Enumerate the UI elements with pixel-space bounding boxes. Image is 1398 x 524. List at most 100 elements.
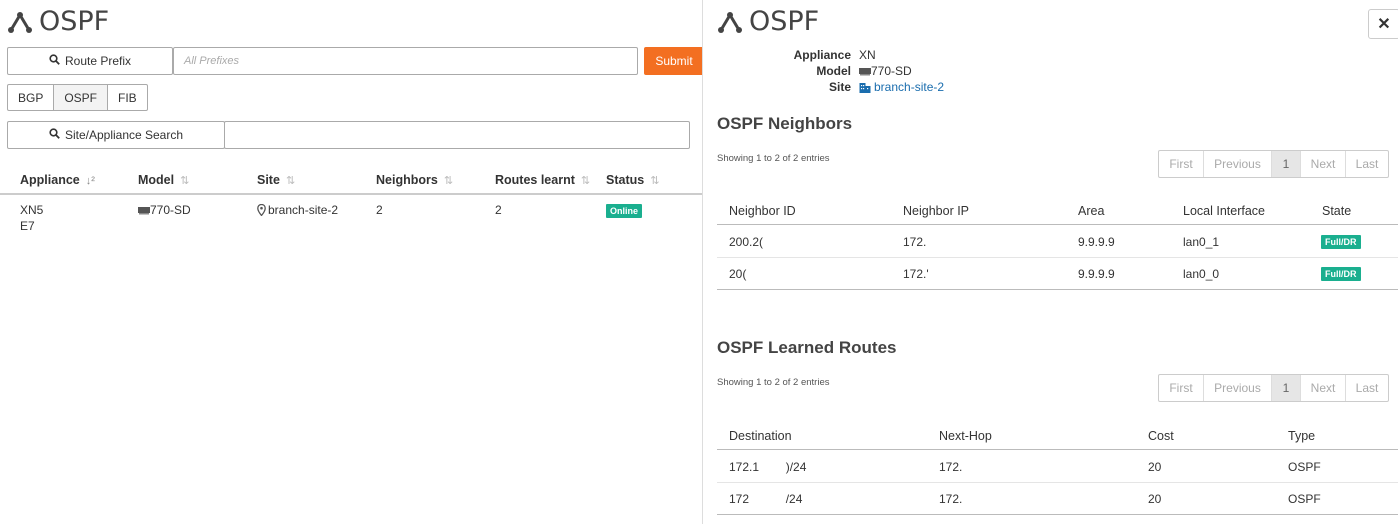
route-prefix-label: Route Prefix xyxy=(64,54,132,68)
tab-ospf[interactable]: OSPF xyxy=(54,85,109,110)
pager-previous[interactable]: Previous xyxy=(1204,375,1272,401)
submit-button[interactable]: Submit xyxy=(644,47,704,75)
appliance-icon xyxy=(138,206,150,214)
pager-page-1[interactable]: 1 xyxy=(1272,151,1301,177)
pager-last[interactable]: Last xyxy=(1346,375,1388,401)
col-neighbors[interactable]: Neighbors ⇅ xyxy=(376,173,453,187)
table-row[interactable]: XN5 E7 770-SD branch-site-2 2 2 Online xyxy=(0,203,702,243)
routes-showing: Showing 1 to 2 of 2 entries xyxy=(717,377,830,388)
col-area[interactable]: Area xyxy=(1078,204,1104,218)
sort-icon: ⇅ xyxy=(650,175,660,187)
page-title-text: OSPF xyxy=(39,6,110,37)
sort-icon: ⇅ xyxy=(580,175,591,187)
routes-pagination: First Previous 1 Next Last xyxy=(1158,374,1389,402)
ospf-main-panel: OSPF Route Prefix All Prefixes Submit BG… xyxy=(0,0,704,524)
routes-heading: OSPF Learned Routes xyxy=(717,338,897,357)
close-icon: ✕ xyxy=(1377,16,1391,33)
col-cost[interactable]: Cost xyxy=(1148,429,1174,443)
neighbor-area: 9.9.9.9 xyxy=(1078,267,1115,281)
site-search-label: Site/Appliance Search xyxy=(64,128,184,142)
col-model[interactable]: Model ⇅ xyxy=(138,173,189,187)
tab-bgp[interactable]: BGP xyxy=(8,85,55,110)
neighbors-table-header: Neighbor ID Neighbor IP Area Local Inter… xyxy=(717,195,1398,225)
route-prefix-button[interactable]: Route Prefix xyxy=(7,47,173,75)
site-cell[interactable]: branch-site-2 xyxy=(257,203,338,217)
neighbor-ip: 172.' xyxy=(903,267,929,281)
pager-first[interactable]: First xyxy=(1159,151,1204,177)
appliance-label: Appliance xyxy=(793,48,851,62)
model-value: 770-SD xyxy=(859,64,912,78)
neighbor-id: 20( xyxy=(729,267,747,281)
sort-icon: ⇅ xyxy=(180,175,190,187)
route-cost: 20 xyxy=(1148,492,1162,506)
appliance-table-header: Appliance ↓² Model ⇅ Site ⇅ Neighbors ⇅ Rout… xyxy=(0,165,702,195)
pager-last[interactable]: Last xyxy=(1346,151,1388,177)
pager-first[interactable]: First xyxy=(1159,375,1204,401)
submit-label: Submit xyxy=(655,54,693,68)
detail-title: OSPF xyxy=(717,6,819,37)
pager-page-1[interactable]: 1 xyxy=(1272,375,1301,401)
search-icon xyxy=(49,54,60,68)
pager-next[interactable]: Next xyxy=(1301,151,1346,177)
sort-icon: ⇅ xyxy=(285,175,296,187)
neighbor-ip: 172. xyxy=(903,235,927,249)
pager-previous[interactable]: Previous xyxy=(1204,151,1272,177)
detail-title-text: OSPF xyxy=(749,6,820,37)
col-neighbor-ip[interactable]: Neighbor IP xyxy=(903,204,969,218)
route-cost: 20 xyxy=(1148,460,1162,474)
tab-fib[interactable]: FIB xyxy=(108,85,147,110)
model-label: Model xyxy=(816,64,851,78)
col-state[interactable]: State xyxy=(1322,204,1351,218)
ospf-detail-panel: OSPF ✕ Appliance XN Model 770-SD Site br… xyxy=(702,0,1398,524)
page-title: OSPF xyxy=(7,6,109,37)
col-destination[interactable]: Destination xyxy=(729,429,792,443)
neighbors-pagination: First Previous 1 Next Last xyxy=(1158,150,1389,178)
neighbor-id: 200.2( xyxy=(729,235,764,249)
sort-icon: ⇅ xyxy=(443,175,454,187)
routes-count: 2 xyxy=(495,203,502,217)
protocol-tabs: BGP OSPF FIB xyxy=(7,84,148,111)
route-next-hop: 172. xyxy=(939,460,963,474)
appliance-value: XN xyxy=(859,48,876,62)
sort-asc-icon: ↓² xyxy=(85,175,95,187)
table-row: 20( 172.' 9.9.9.9 lan0_0 Full/DR xyxy=(717,258,1398,290)
site-link[interactable]: branch-site-2 xyxy=(859,80,944,94)
appliance-name[interactable]: XN5 E7 xyxy=(20,203,43,233)
site-search-input[interactable] xyxy=(224,121,690,149)
neighbors-count: 2 xyxy=(376,203,383,217)
state-badge: Full/DR xyxy=(1321,267,1361,281)
col-site[interactable]: Site ⇅ xyxy=(257,173,295,187)
state-badge: Full/DR xyxy=(1321,235,1361,249)
route-type: OSPF xyxy=(1288,460,1321,474)
route-next-hop: 172. xyxy=(939,492,963,506)
appliance-icon xyxy=(859,67,871,75)
ospf-routing-icon xyxy=(8,11,32,33)
table-row: 172.1 )/24 172. 20 OSPF xyxy=(717,451,1398,483)
col-local-interface[interactable]: Local Interface xyxy=(1183,204,1265,218)
pager-next[interactable]: Next xyxy=(1301,375,1346,401)
col-next-hop[interactable]: Next-Hop xyxy=(939,429,992,443)
prefix-placeholder: All Prefixes xyxy=(184,55,240,67)
neighbor-area: 9.9.9.9 xyxy=(1078,235,1115,249)
site-label: Site xyxy=(828,80,851,94)
neighbors-heading: OSPF Neighbors xyxy=(717,114,853,133)
col-neighbor-id[interactable]: Neighbor ID xyxy=(729,204,796,218)
neighbor-interface: lan0_1 xyxy=(1183,235,1220,249)
ospf-routing-icon xyxy=(718,11,742,33)
col-routes-learnt[interactable]: Routes learnt ⇅ xyxy=(495,173,590,187)
prefix-input[interactable]: All Prefixes xyxy=(173,47,638,75)
col-appliance[interactable]: Appliance ↓² xyxy=(20,173,95,187)
col-status[interactable]: Status ⇅ xyxy=(606,173,659,187)
map-marker-icon xyxy=(257,204,266,216)
search-icon xyxy=(49,128,60,142)
table-row: 172 /24 172. 20 OSPF xyxy=(717,483,1398,515)
col-type[interactable]: Type xyxy=(1288,429,1315,443)
status-badge: Online xyxy=(606,204,643,218)
route-type: OSPF xyxy=(1288,492,1321,506)
close-button[interactable]: ✕ xyxy=(1368,9,1398,39)
model-cell: 770-SD xyxy=(138,203,191,217)
table-row: 200.2( 172. 9.9.9.9 lan0_1 Full/DR xyxy=(717,226,1398,258)
neighbors-showing: Showing 1 to 2 of 2 entries xyxy=(717,153,830,164)
building-icon xyxy=(859,82,871,93)
site-search-button[interactable]: Site/Appliance Search xyxy=(7,121,225,149)
